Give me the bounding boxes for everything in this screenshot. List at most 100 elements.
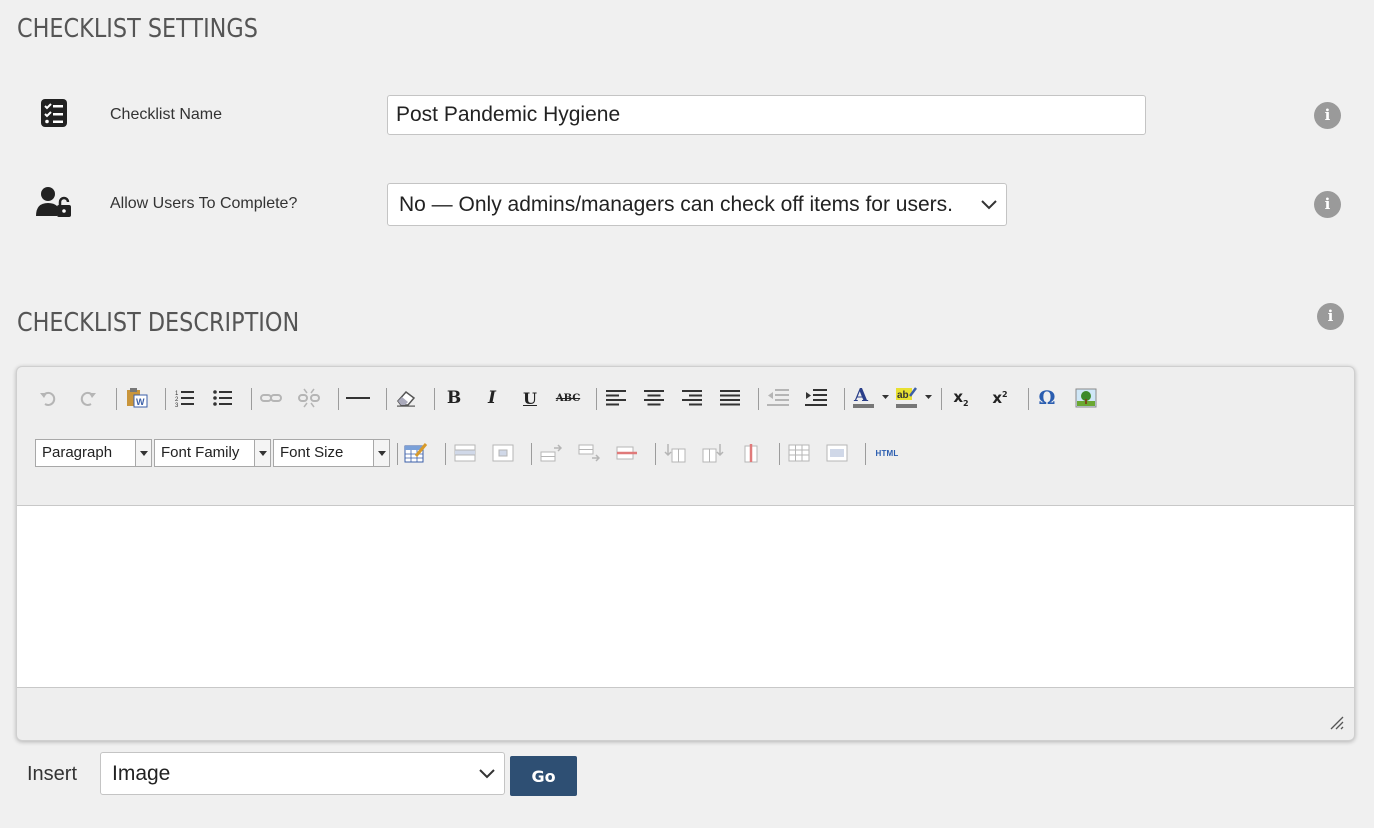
undo-button[interactable]: [35, 385, 61, 411]
row-props-button[interactable]: [452, 440, 478, 466]
outdent-icon: [767, 389, 789, 406]
align-left-button[interactable]: [603, 385, 629, 411]
toolbar-row-1: W 123 B I U ABC A ab x2 x2 Ω: [17, 383, 1354, 413]
insert-row-before-button[interactable]: [538, 440, 564, 466]
horizontal-rule-icon: [346, 397, 370, 399]
rich-text-editor: W 123 B I U ABC A ab x2 x2 Ω Paragraph F…: [16, 366, 1355, 741]
insert-type-value: Image: [112, 762, 171, 785]
highlight-color-icon: ab: [896, 387, 932, 408]
insert-table-button[interactable]: [403, 440, 429, 466]
undo-icon: [40, 391, 56, 406]
insert-row-after-button[interactable]: [576, 440, 602, 466]
justify-icon: [720, 390, 740, 406]
indent-button[interactable]: [803, 385, 829, 411]
align-right-icon: [682, 390, 702, 406]
bold-icon: B: [446, 388, 462, 408]
insert-type-select[interactable]: Image: [100, 752, 505, 795]
split-cells-icon: [788, 444, 810, 462]
font-family-select-label: Font Family: [161, 444, 240, 461]
bold-button[interactable]: B: [441, 385, 467, 411]
redo-icon: [80, 391, 96, 406]
eraser-icon: [397, 390, 416, 407]
align-left-icon: [606, 390, 626, 406]
align-center-button[interactable]: [641, 385, 667, 411]
justify-button[interactable]: [717, 385, 743, 411]
user-lock-icon: [36, 187, 71, 217]
text-color-button[interactable]: A: [851, 385, 891, 411]
info-icon[interactable]: i: [1314, 102, 1341, 129]
indent-icon: [805, 389, 827, 406]
highlight-color-button[interactable]: ab: [894, 385, 934, 411]
allow-complete-value: No — Only admins/managers can check off …: [399, 193, 953, 216]
unlink-button[interactable]: [296, 385, 322, 411]
go-button[interactable]: Go: [510, 756, 577, 796]
html-source-button[interactable]: HTML: [872, 440, 902, 466]
outdent-button[interactable]: [765, 385, 791, 411]
italic-button[interactable]: I: [479, 385, 505, 411]
superscript-icon: x2: [992, 389, 1008, 407]
editor-content-area[interactable]: [17, 505, 1354, 688]
description-title: CHECKLIST DESCRIPTION: [17, 308, 300, 338]
align-right-button[interactable]: [679, 385, 705, 411]
omega-icon: Ω: [1038, 387, 1056, 409]
bullet-list-icon: [213, 390, 232, 406]
horizontal-rule-button[interactable]: [345, 385, 371, 411]
special-char-button[interactable]: Ω: [1034, 385, 1060, 411]
paste-word-button[interactable]: W: [124, 385, 150, 411]
clear-format-button[interactable]: [393, 385, 419, 411]
format-select[interactable]: Paragraph: [35, 439, 152, 467]
strikethrough-icon: ABC: [555, 392, 581, 404]
table-cell-icon: [492, 444, 514, 462]
row-before-icon: [540, 444, 562, 462]
html-icon: HTML: [875, 448, 899, 458]
chevron-down-icon: [981, 200, 997, 210]
allow-complete-select[interactable]: No — Only admins/managers can check off …: [387, 183, 1007, 226]
insert-image-button[interactable]: [1073, 385, 1099, 411]
delete-row-icon: [616, 446, 637, 460]
subscript-button[interactable]: x2: [948, 385, 974, 411]
checklist-name-input[interactable]: [387, 95, 1146, 135]
dropdown-arrow-icon: [373, 440, 389, 466]
numbered-list-button[interactable]: 123: [172, 385, 198, 411]
toolbar-row-2: Paragraph Font Family Font Size HTML: [17, 435, 1354, 467]
svg-text:3: 3: [175, 403, 179, 407]
font-size-select[interactable]: Font Size: [273, 439, 390, 467]
info-icon[interactable]: i: [1314, 191, 1341, 218]
paste-word-icon: W: [127, 388, 148, 408]
unlink-icon: [298, 388, 320, 408]
insert-col-after-button[interactable]: [700, 440, 726, 466]
cell-props-button[interactable]: [490, 440, 516, 466]
table-row-icon: [454, 444, 476, 462]
info-icon[interactable]: i: [1317, 303, 1344, 330]
allow-complete-label: Allow Users To Complete?: [110, 195, 298, 212]
insert-col-before-button[interactable]: [662, 440, 688, 466]
delete-col-icon: [744, 444, 758, 463]
image-icon: [1075, 388, 1097, 408]
superscript-button[interactable]: x2: [987, 385, 1013, 411]
format-select-label: Paragraph: [42, 444, 113, 461]
svg-text:ab: ab: [897, 390, 909, 401]
delete-row-button[interactable]: [614, 440, 640, 466]
insert-label: Insert: [27, 763, 78, 785]
link-icon: [260, 394, 282, 402]
col-before-icon: [664, 444, 686, 463]
chevron-down-icon: [479, 769, 495, 779]
link-button[interactable]: [258, 385, 284, 411]
split-cells-button[interactable]: [786, 440, 812, 466]
dropdown-arrow-icon: [254, 440, 270, 466]
strikethrough-button[interactable]: ABC: [555, 385, 581, 411]
svg-text:W: W: [136, 397, 145, 407]
redo-button[interactable]: [75, 385, 101, 411]
underline-button[interactable]: U: [517, 385, 543, 411]
merge-cells-icon: [826, 444, 848, 462]
delete-col-button[interactable]: [738, 440, 764, 466]
text-color-icon: A: [853, 386, 889, 408]
font-family-select[interactable]: Font Family: [154, 439, 271, 467]
resize-grip-icon[interactable]: [1330, 716, 1344, 730]
col-after-icon: [702, 444, 724, 463]
italic-icon: I: [488, 388, 496, 408]
table-edit-icon: [404, 443, 428, 463]
checklist-name-label: Checklist Name: [110, 106, 223, 123]
merge-cells-button[interactable]: [824, 440, 850, 466]
bullet-list-button[interactable]: [210, 385, 236, 411]
